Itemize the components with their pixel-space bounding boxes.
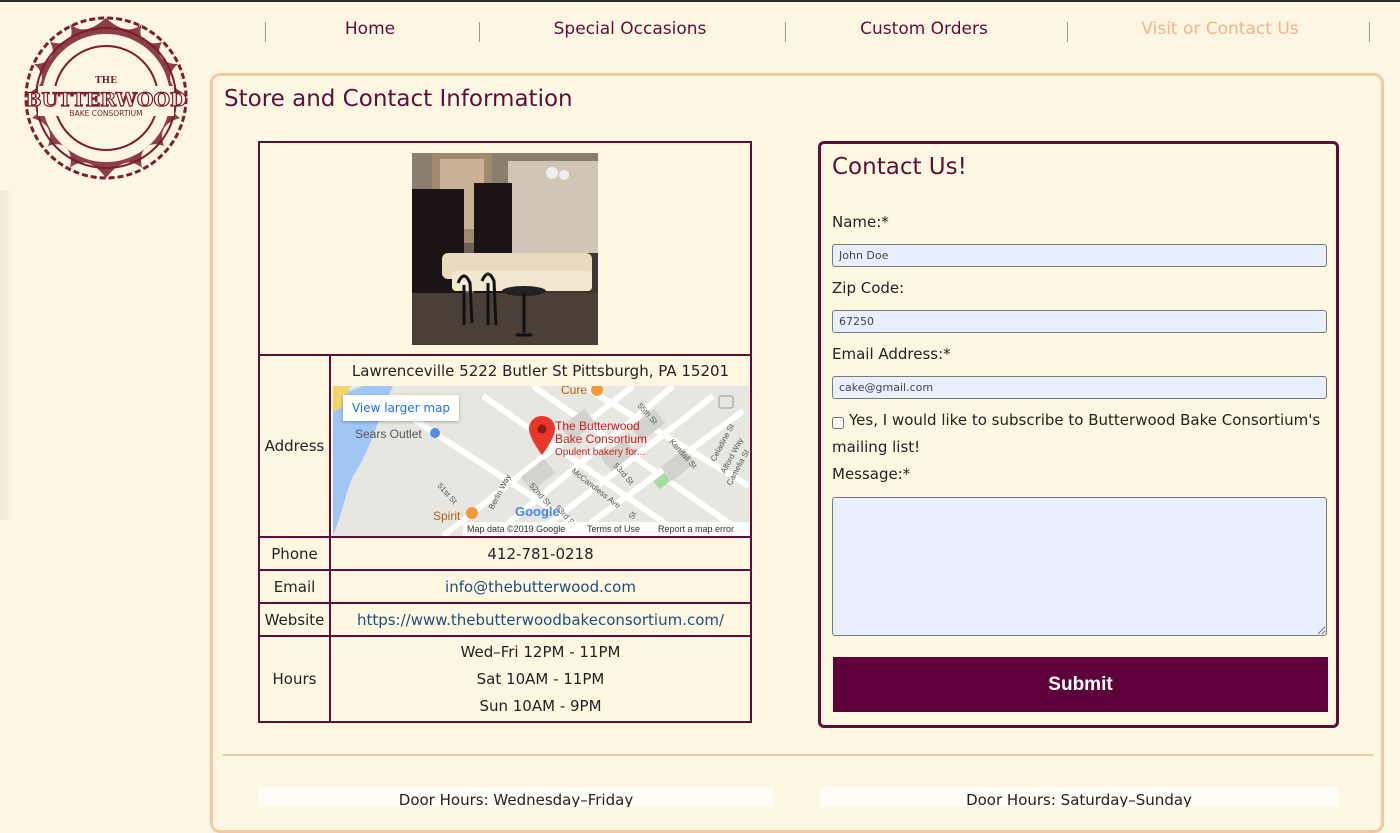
email-link[interactable]: info@thebutterwood.com: [445, 578, 636, 596]
store-interior-photo: [412, 152, 598, 345]
nav-divider: [265, 22, 266, 42]
nav-divider: [479, 22, 480, 42]
name-input[interactable]: [832, 244, 1327, 267]
submit-button[interactable]: Submit: [833, 657, 1328, 712]
store-info-table: Address Lawrenceville 5222 Butler St Pit…: [258, 141, 752, 723]
nav-item-special-occasions[interactable]: Special Occasions: [554, 19, 707, 39]
nav-item-visit-contact[interactable]: Visit or Contact Us: [1141, 19, 1298, 39]
email-input[interactable]: [832, 376, 1327, 399]
subscribe-checkbox[interactable]: [832, 417, 844, 429]
nav-item-home[interactable]: Home: [345, 19, 395, 39]
contact-title: Contact Us!: [832, 154, 967, 180]
door-hours-card-right: Door Hours: Saturday–Sunday: [820, 787, 1338, 807]
map-embed[interactable]: The Butterwood Bake Consortium Opulent b…: [333, 386, 749, 536]
nav-divider: [1369, 22, 1370, 42]
website-label: Website: [258, 602, 331, 637]
email-label: Email: [258, 569, 331, 604]
logo-text-top: THE: [95, 76, 117, 86]
message-label: Message:*: [832, 465, 911, 483]
main-nav: Home Special Occasions Custom Orders Vis…: [0, 0, 1400, 62]
section-divider: [223, 754, 1373, 756]
photo-cell: [258, 141, 752, 356]
map-footer-terms[interactable]: Terms of Use: [587, 524, 640, 534]
map-label-cure: Cure: [561, 386, 587, 397]
hours-line: Wed–Fri 12PM - 11PM: [460, 642, 621, 661]
nav-item-custom-orders[interactable]: Custom Orders: [860, 19, 988, 39]
address-text: Lawrenceville 5222 Butler St Pittsburgh,…: [351, 362, 730, 380]
contact-form: Contact Us! Name:* Zip Code: Email Addre…: [818, 141, 1339, 728]
logo-text-main: BUTTERWOOD: [26, 89, 187, 111]
map-label-spirit: Spirit: [433, 509, 461, 523]
website-cell: https://www.thebutterwoodbakeconsortium.…: [329, 602, 752, 637]
phone-value: 412-781-0218: [329, 536, 752, 571]
map-label-sears: Sears Outlet: [355, 427, 422, 441]
zip-label: Zip Code:: [832, 279, 905, 297]
nav-divider: [1067, 22, 1068, 42]
address-label: Address: [258, 354, 331, 538]
message-textarea[interactable]: [832, 497, 1327, 636]
map-footer-report[interactable]: Report a map error: [658, 524, 734, 534]
subscribe-label: Yes, I would like to subscribe to Butter…: [849, 411, 1321, 429]
google-logo: Google: [515, 504, 560, 519]
map-place-name-2: Bake Consortium: [555, 432, 647, 446]
hours-cell: Wed–Fri 12PM - 11PM Sat 10AM - 11PM Sun …: [329, 635, 752, 723]
nav-divider: [785, 22, 786, 42]
map-footer-data: Map data ©2019 Google: [467, 524, 565, 534]
phone-label: Phone: [258, 536, 331, 571]
email-cell: info@thebutterwood.com: [329, 569, 752, 604]
left-shade: [0, 190, 14, 520]
address-cell: Lawrenceville 5222 Butler St Pittsburgh,…: [329, 354, 752, 538]
zip-input[interactable]: [832, 310, 1327, 333]
page-title: Store and Contact Information: [224, 86, 573, 112]
hours-line: Sun 10AM - 9PM: [479, 696, 602, 715]
email-label: Email Address:*: [832, 345, 951, 363]
subscribe-label-cont: mailing list!: [832, 438, 921, 456]
hours-label: Hours: [258, 635, 331, 723]
map-place-name: The Butterwood: [555, 419, 640, 433]
name-label: Name:*: [832, 213, 889, 231]
website-link[interactable]: https://www.thebutterwoodbakeconsortium.…: [357, 611, 724, 629]
hours-line: Sat 10AM - 11PM: [476, 669, 605, 688]
map-place-desc: Opulent bakery for...: [555, 447, 645, 458]
logo-text-bottom: BAKE CONSORTIUM: [69, 109, 142, 118]
view-larger-map-link[interactable]: View larger map: [343, 395, 459, 421]
door-hours-card-left: Door Hours: Wednesday–Friday: [258, 787, 774, 807]
